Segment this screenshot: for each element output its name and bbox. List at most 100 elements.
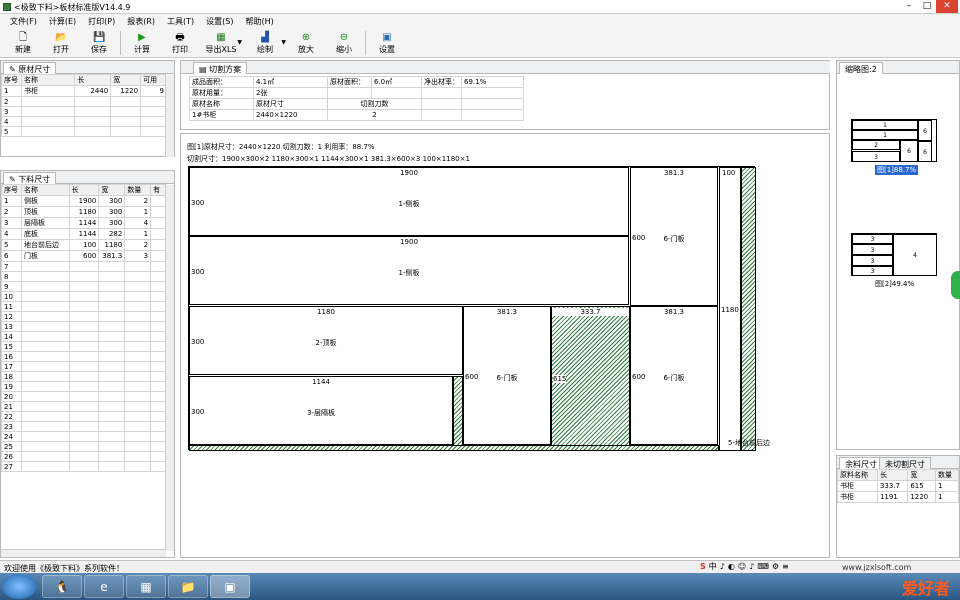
- menu-report[interactable]: 报表(R): [121, 14, 161, 28]
- table-row[interactable]: 8: [1, 271, 167, 282]
- tab-remnant[interactable]: 余料尺寸: [839, 457, 883, 469]
- menu-calc[interactable]: 计算(E): [43, 14, 82, 28]
- app-task-icon[interactable]: ▣: [210, 575, 250, 598]
- taskbar: 🐧 e ▦ 📁 ▣ 爱好者: [0, 573, 960, 600]
- table-row[interactable]: 1 书柜 2440 1220 9: [1, 85, 167, 97]
- moon-icon[interactable]: ◐: [728, 562, 735, 571]
- open-button[interactable]: 📂 打开: [42, 28, 80, 58]
- table-row[interactable]: 27: [1, 461, 167, 472]
- thumbnail-2[interactable]: 33334: [851, 233, 937, 276]
- menu-help[interactable]: 帮助(H): [240, 14, 280, 28]
- cut-piece[interactable]: 1180 300 2-顶板: [189, 306, 463, 375]
- table-row[interactable]: 4: [1, 116, 167, 127]
- export-xls-button[interactable]: ▦ 导出XLS ▼: [199, 28, 243, 58]
- calculate-button[interactable]: ▶ 计算: [123, 28, 161, 58]
- maximize-button[interactable]: □: [918, 0, 936, 13]
- gear-icon[interactable]: ⚙: [772, 562, 779, 571]
- draw-button[interactable]: ▟ 绘制 ▼: [243, 28, 287, 58]
- table-row[interactable]: 15: [1, 341, 167, 352]
- menu-file[interactable]: 文件(F): [4, 14, 43, 28]
- start-button[interactable]: [2, 574, 36, 599]
- cut-piece[interactable]: 1144 300 3-层隔板: [189, 376, 453, 445]
- menu-settings[interactable]: 设置(S): [200, 14, 239, 28]
- sogou-icon[interactable]: S: [700, 562, 706, 571]
- cut-piece[interactable]: 1900 300 1-侧板: [189, 167, 629, 236]
- table-row[interactable]: 21: [1, 401, 167, 412]
- cut-table-scrollbar[interactable]: [165, 185, 174, 551]
- table-row[interactable]: 9: [1, 281, 167, 292]
- menu-icon[interactable]: ≡: [782, 562, 789, 571]
- remnant-panel: 余料尺寸 未切割尺寸 原料名称长宽数量 书柜 333.7 615 1 书柜 1191 12…: [836, 455, 960, 558]
- tab-thumbnail[interactable]: 缩略图:2: [839, 62, 883, 74]
- table-row[interactable]: 3: [1, 106, 167, 117]
- thumbnail-1[interactable]: 1123666: [851, 119, 937, 162]
- table-row[interactable]: 11: [1, 301, 167, 312]
- zoom-in-button[interactable]: ⊕ 放大: [287, 28, 325, 58]
- windows-app-icon[interactable]: ▦: [126, 575, 166, 598]
- ie-icon[interactable]: e: [84, 575, 124, 598]
- table-row[interactable]: 书柜 1191 1220 1: [837, 491, 960, 503]
- chevron-down-icon[interactable]: ▼: [281, 39, 286, 46]
- cut-piece[interactable]: 100 1180 5-地台前后边: [719, 167, 770, 451]
- cut-piece[interactable]: 381.3 600 6-门板: [463, 306, 551, 445]
- tab-uncut[interactable]: 未切割尺寸: [879, 457, 931, 469]
- website-watermark: www.jzxlsoft.com: [842, 563, 912, 572]
- keyboard-icon[interactable]: ⌨: [757, 562, 769, 571]
- table-row[interactable]: 2 顶板 1180 300 1: [1, 206, 167, 218]
- table-row[interactable]: 24: [1, 431, 167, 442]
- thumbnail-1-label[interactable]: 图[1]88.7%: [875, 165, 919, 175]
- cutting-diagram[interactable]: 图[1]原材尺寸：2440×1220 切割刀数：1 利用率：88.7% 切割尺寸…: [180, 133, 830, 558]
- table-row[interactable]: 20: [1, 391, 167, 402]
- new-button[interactable]: 🗋 新建: [4, 28, 42, 58]
- piece-name: 1-侧板: [398, 199, 420, 208]
- print-button[interactable]: 🖶 打印: [161, 28, 199, 58]
- save-button[interactable]: 💾 保存: [80, 28, 118, 58]
- music-icon[interactable]: ♪: [720, 562, 725, 571]
- summary-table: 成品面积： 4.1㎡ 原材面积： 6.0㎡ 净出材率： 69.1% 原材用量： 2张 原材名…: [189, 76, 524, 121]
- ime-mode[interactable]: 中: [709, 561, 717, 572]
- table-row[interactable]: 18: [1, 371, 167, 382]
- table-row[interactable]: 19: [1, 381, 167, 392]
- table-row[interactable]: 22: [1, 411, 167, 422]
- table-row[interactable]: 5 地台前后边 100 1180 2: [1, 239, 167, 251]
- zoom-out-button[interactable]: ⊖ 缩小: [325, 28, 363, 58]
- table-row[interactable]: 23: [1, 421, 167, 432]
- settings-button[interactable]: ▣ 设置: [368, 28, 406, 58]
- side-tab[interactable]: [951, 271, 960, 299]
- tab-raw-material[interactable]: ✎ 原材尺寸: [3, 62, 57, 74]
- table-row[interactable]: 25: [1, 441, 167, 452]
- cut-table-hscrollbar[interactable]: [1, 549, 166, 557]
- emoji-icon[interactable]: ☺: [738, 562, 746, 571]
- table-row[interactable]: 26: [1, 451, 167, 462]
- explorer-icon[interactable]: 📁: [168, 575, 208, 598]
- tab-cut-size[interactable]: ✎ 下料尺寸: [3, 172, 57, 184]
- close-button[interactable]: ✕: [936, 0, 958, 13]
- table-row[interactable]: 6 门板 600 381.3 3: [1, 250, 167, 262]
- tab-cut-plan[interactable]: ▤ 切割方案: [193, 62, 248, 74]
- qq-icon[interactable]: 🐧: [42, 575, 82, 598]
- piece-width: 381.3: [496, 308, 518, 316]
- table-row[interactable]: 4 底板 1144 282 1: [1, 228, 167, 240]
- table-row[interactable]: 5: [1, 126, 167, 137]
- table-row[interactable]: 16: [1, 351, 167, 362]
- cut-piece[interactable]: 381.3 600 6-门板: [630, 167, 718, 306]
- table-row[interactable]: 13: [1, 321, 167, 332]
- table-row[interactable]: 2: [1, 96, 167, 107]
- table-row[interactable]: 17: [1, 361, 167, 372]
- cut-piece[interactable]: 381.3 600 6-门板: [630, 306, 718, 445]
- table-row[interactable]: 14: [1, 331, 167, 342]
- menu-print[interactable]: 打印(P): [82, 14, 121, 28]
- mic-icon[interactable]: ♪: [749, 562, 754, 571]
- minimize-button[interactable]: –: [900, 0, 918, 13]
- table-row[interactable]: 3 层隔板 1144 300 4: [1, 217, 167, 229]
- table-row[interactable]: 书柜 333.7 615 1: [837, 480, 960, 492]
- raw-table-scrollbar[interactable]: [165, 75, 174, 157]
- thumbnail-2-label[interactable]: 图[2]49.4%: [875, 279, 914, 289]
- table-row[interactable]: 7: [1, 261, 167, 272]
- table-row[interactable]: 12: [1, 311, 167, 322]
- cut-piece[interactable]: 1900 300 1-侧板: [189, 236, 629, 305]
- table-row[interactable]: 10: [1, 291, 167, 302]
- chevron-down-icon[interactable]: ▼: [237, 39, 242, 46]
- table-row[interactable]: 1 侧板 1900 300 2: [1, 195, 167, 207]
- menu-tools[interactable]: 工具(T): [161, 14, 200, 28]
